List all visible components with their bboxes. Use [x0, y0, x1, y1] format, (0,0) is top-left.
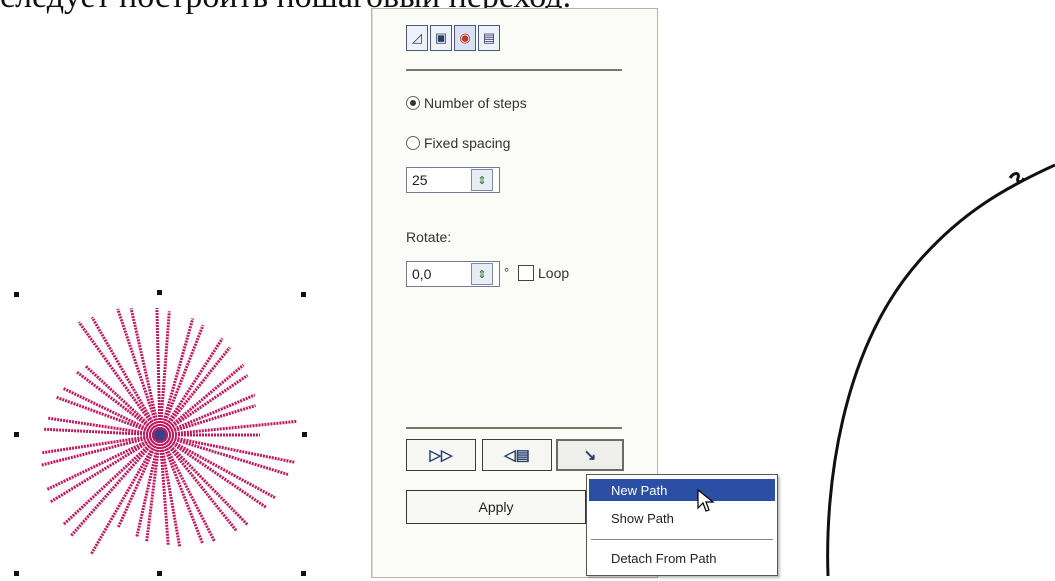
selection-handle-tr[interactable]	[301, 292, 306, 297]
menu-item-new-path[interactable]: New Path	[589, 479, 775, 501]
menu-separator	[591, 539, 773, 540]
number-of-steps-option[interactable]: Number of steps	[406, 95, 527, 111]
starburst-ray	[158, 434, 204, 544]
apply-button[interactable]: Apply	[406, 490, 586, 524]
blend-steps-icon: ◿	[412, 30, 422, 45]
fixed-spacing-label: Fixed spacing	[424, 135, 511, 151]
starburst-ray	[155, 307, 162, 436]
end-object-icon: ◁▤	[504, 447, 530, 464]
blend-color-tab[interactable]: ◉	[454, 25, 476, 51]
selection-handle-bl[interactable]	[14, 571, 19, 576]
loop-option[interactable]: Loop	[518, 265, 569, 281]
start-object-icon: ▷▷	[429, 447, 453, 464]
blend-acceleration-tab[interactable]: ▣	[430, 25, 452, 51]
rotate-spinbox[interactable]: 0,0 ⇕	[406, 261, 500, 287]
starburst-object[interactable]	[0, 280, 320, 576]
loop-label: Loop	[538, 265, 570, 281]
fixed-spacing-radio[interactable]	[406, 136, 420, 150]
blend-path-curve	[826, 163, 1055, 576]
blend-misc-tab[interactable]: ▤	[478, 25, 500, 51]
starburst-ray	[62, 433, 162, 526]
path-properties-button[interactable]: ↘	[556, 439, 624, 471]
loop-checkbox[interactable]	[518, 265, 534, 281]
end-object-button[interactable]: ◁▤	[482, 439, 552, 471]
selection-handle-ml[interactable]	[14, 432, 19, 437]
blend-color-icon: ◉	[459, 30, 471, 45]
start-object-button[interactable]: ▷▷	[406, 439, 476, 471]
apply-label: Apply	[478, 499, 514, 515]
selection-handle-br[interactable]	[301, 571, 306, 576]
steps-spinner-icon[interactable]: ⇕	[471, 169, 493, 191]
degree-symbol: °	[504, 265, 510, 280]
menu-item-show-path[interactable]: Show Path	[589, 507, 775, 529]
blend-tabs: ◿ ▣ ◉ ▤	[406, 25, 500, 51]
starburst-ray	[69, 434, 162, 538]
rotate-spinner-icon[interactable]: ⇕	[471, 263, 493, 285]
starburst-shape	[40, 307, 297, 556]
selection-handle-tl[interactable]	[14, 292, 19, 297]
rotate-value[interactable]: 0,0	[407, 266, 471, 282]
tabs-divider	[406, 69, 622, 71]
number-of-steps-radio[interactable]	[406, 96, 420, 110]
starburst-ray	[159, 433, 267, 509]
selection-handle-mr[interactable]	[302, 432, 307, 437]
path-context-menu: New Path Show Path Detach From Path	[586, 474, 778, 576]
starburst-ray	[89, 434, 162, 556]
blend-acceleration-icon: ▣	[434, 30, 448, 45]
bottom-divider	[406, 427, 622, 429]
starburst-center	[154, 429, 166, 441]
number-of-steps-label: Number of steps	[424, 95, 527, 111]
menu-item-detach-from-path[interactable]: Detach From Path	[589, 547, 775, 569]
selection-handle-bc[interactable]	[157, 571, 162, 576]
steps-spinbox[interactable]: 25 ⇕	[406, 167, 500, 193]
blend-misc-icon: ▤	[482, 30, 496, 45]
path-properties-icon: ↘	[583, 447, 597, 464]
mouse-pointer-icon	[697, 488, 715, 512]
selection-handle-tc[interactable]	[157, 290, 162, 295]
steps-value[interactable]: 25	[407, 172, 471, 188]
rotate-label: Rotate:	[406, 229, 452, 245]
fixed-spacing-option[interactable]: Fixed spacing	[406, 135, 510, 151]
blend-steps-tab[interactable]: ◿	[406, 25, 428, 51]
